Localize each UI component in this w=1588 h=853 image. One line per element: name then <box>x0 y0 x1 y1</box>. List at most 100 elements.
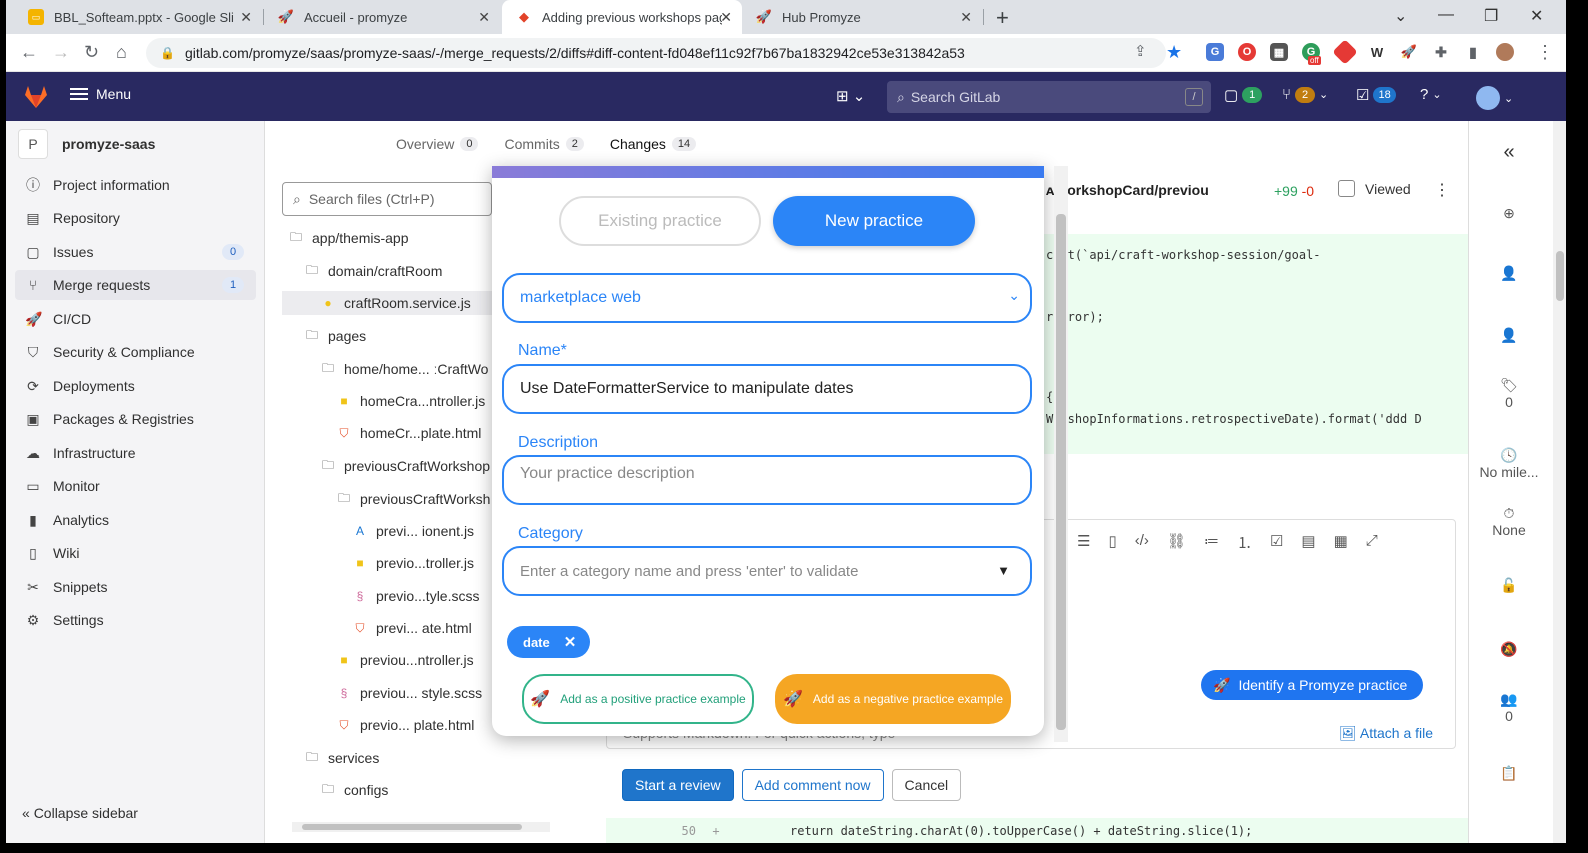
tree-row[interactable]: ■ previou...ntroller.js <box>336 648 473 672</box>
practice-name-input[interactable]: Use DateFormatterService to manipulate d… <box>502 364 1032 414</box>
quote-icon[interactable]: ☰ <box>1077 532 1090 553</box>
browser-tab-slides[interactable]: ▭ BBL_Softeam.pptx - Google Slide ✕ <box>14 0 262 34</box>
tree-row[interactable]: ⛉ previo... plate.html <box>336 713 474 737</box>
file-icon[interactable]: ▯ <box>1108 532 1116 553</box>
kebab-menu-icon[interactable]: ⋮ <box>1434 180 1450 200</box>
add-negative-example-button[interactable]: 🚀 Add as a negative practice example <box>775 674 1011 724</box>
sidepanel-icon[interactable]: ▮ <box>1464 43 1482 61</box>
sidebar-item-analytics[interactable]: ▮ Analytics <box>15 505 256 535</box>
tree-row[interactable]: 🗀 home/home... ːCraftWo <box>320 357 488 381</box>
close-icon[interactable]: ✕ <box>564 633 577 651</box>
home-icon[interactable]: ⌂ <box>116 42 127 63</box>
restore-button[interactable]: ❐ <box>1484 6 1498 26</box>
tree-row[interactable]: 🗀 domain/craftRoom <box>304 259 442 283</box>
tab-changes[interactable]: Changes 14 <box>610 136 697 152</box>
code-icon[interactable]: ‹/› <box>1135 532 1149 553</box>
collapse-sidebar-button[interactable]: « Collapse sidebar <box>22 805 138 821</box>
tree-row[interactable]: ⛉ homeCr...plate.html <box>336 421 481 445</box>
close-icon[interactable]: ✕ <box>478 9 490 26</box>
tree-row[interactable]: ● craftRoom.service.js <box>282 291 494 315</box>
add-positive-example-button[interactable]: 🚀 Add as a positive practice example <box>522 674 754 724</box>
attach-file-link[interactable]: 🖼 Attach a file <box>1339 725 1433 742</box>
tree-row[interactable]: ■ previo...troller.js <box>352 551 474 575</box>
sidebar-item-settings[interactable]: ⚙ Settings <box>15 605 256 635</box>
modal-scrollbar[interactable] <box>1054 166 1068 742</box>
tree-row[interactable]: 🗀 configs <box>320 778 388 802</box>
tree-row[interactable]: 🗀 previousCraftWorkshop <box>320 454 490 478</box>
tab-search-icon[interactable]: ⌄ <box>1394 6 1407 26</box>
sidebar-item-issues[interactable]: ▢ Issues 0 <box>15 237 256 267</box>
category-input[interactable]: Enter a category name and press 'enter' … <box>502 546 1032 596</box>
new-practice-toggle[interactable]: New practice <box>773 196 975 246</box>
browser-tab-hub[interactable]: 🚀 Hub Promyze ✕ <box>742 0 982 34</box>
diamond-ext-icon[interactable] <box>1332 39 1358 65</box>
fullscreen-icon[interactable]: ⤢ <box>1366 532 1378 553</box>
search-input[interactable]: ⌕ Search GitLab / <box>887 81 1211 113</box>
url-field[interactable]: 🔒 gitlab.com/promyze/saas/promyze-saas/-… <box>146 38 1166 68</box>
profile-avatar[interactable] <box>1496 43 1514 61</box>
table-icon[interactable]: ▦ <box>1334 532 1348 553</box>
viewed-checkbox[interactable]: Viewed <box>1338 180 1411 197</box>
close-window-button[interactable]: ✕ <box>1530 6 1543 26</box>
sidebar-item-infrastructure[interactable]: ☁ Infrastructure <box>15 438 256 468</box>
copy-reference-icon[interactable]: 📋 <box>1469 765 1549 782</box>
collapse-right-sidebar-icon[interactable]: « <box>1469 141 1549 164</box>
menu-button[interactable]: Menu <box>70 86 131 102</box>
user-menu[interactable]: ⌄ <box>1476 86 1513 110</box>
link-icon[interactable]: ⛓ <box>1167 532 1186 553</box>
create-new-button[interactable]: ⊞ ⌄ <box>836 87 865 105</box>
tree-row[interactable]: Aprevi... ionent.js <box>352 519 474 543</box>
merge-requests-shortcut[interactable]: ⑂ 2 ⌄ <box>1282 86 1328 103</box>
milestone-widget[interactable]: 🕓 No mile... <box>1469 447 1549 480</box>
extensions-icon[interactable]: ✚ <box>1432 43 1450 61</box>
sidebar-item-deployments[interactable]: ⟳ Deployments <box>15 371 256 401</box>
translate-icon[interactable]: G <box>1206 43 1224 61</box>
minimize-button[interactable]: — <box>1438 6 1454 24</box>
practice-description-textarea[interactable]: Your practice description <box>502 455 1032 505</box>
file-search-input[interactable]: ⌕ Search files (Ctrl+P) <box>282 182 492 216</box>
assignee-icon[interactable]: 👤 <box>1469 265 1549 282</box>
project-header[interactable]: P promyze-saas <box>18 129 155 159</box>
tab-overview[interactable]: Overview 0 <box>396 136 479 152</box>
task-list-icon[interactable]: ☑ <box>1270 532 1283 553</box>
tree-row[interactable]: ■ homeCra...ntroller.js <box>336 389 485 413</box>
tree-row[interactable]: 🗀 pages <box>304 324 366 348</box>
opera-icon[interactable]: O <box>1238 43 1256 61</box>
numbered-list-icon[interactable]: ⒈ <box>1237 532 1252 553</box>
reviewer-icon[interactable]: 👤 <box>1469 327 1549 344</box>
share-icon[interactable]: ⇪ <box>1134 42 1147 60</box>
tab-commits[interactable]: Commits 2 <box>504 136 584 152</box>
tree-row[interactable]: § previo...tyle.scss <box>352 584 480 608</box>
browser-menu-icon[interactable]: ⋮ <box>1536 42 1554 63</box>
browser-tab-gitlab[interactable]: ◆ Adding previous workshops pag ✕ <box>502 0 742 34</box>
add-comment-button[interactable]: Add comment now <box>741 769 884 801</box>
reload-icon[interactable]: ↻ <box>84 42 99 63</box>
star-icon[interactable]: ★ <box>1166 42 1182 63</box>
rocket-ext-icon[interactable]: 🚀 <box>1400 43 1418 61</box>
todos-shortcut[interactable]: ☑ 18 <box>1356 86 1396 104</box>
identify-promyze-practice-button[interactable]: 🚀 Identify a Promyze practice <box>1201 670 1424 700</box>
sidebar-item-repository[interactable]: ▤ Repository <box>15 203 256 233</box>
participants-widget[interactable]: 👥 0 <box>1469 691 1549 724</box>
tree-row[interactable]: § previou... style.scss <box>336 681 483 705</box>
bullet-list-icon[interactable]: ≔ <box>1204 532 1219 553</box>
sidebar-item-merge-requests[interactable]: ⑂ Merge requests 1 <box>15 270 256 300</box>
start-review-button[interactable]: Start a review <box>622 769 734 801</box>
sidebar-item-cicd[interactable]: 🚀 CI/CD <box>15 304 256 334</box>
existing-practice-toggle[interactable]: Existing practice <box>559 196 761 246</box>
sidebar-item-project-information[interactable]: ⓘ Project information <box>15 170 256 200</box>
tree-row[interactable]: 🗀 previousCraftWorksh <box>336 487 490 511</box>
w-ext-icon[interactable]: W <box>1368 43 1386 61</box>
browser-tab-accueil[interactable]: 🚀 Accueil - promyze ✕ <box>264 0 500 34</box>
tree-row[interactable]: 🗀 services <box>304 746 379 770</box>
new-tab-button[interactable]: + <box>996 5 1009 31</box>
todo-add-icon[interactable]: ⊕ <box>1469 205 1549 222</box>
page-scrollbar[interactable] <box>1553 121 1566 843</box>
tree-row[interactable]: ⛉ previ... ate.html <box>352 616 471 640</box>
notifications-off-icon[interactable]: 🔕 <box>1469 641 1549 658</box>
help-menu[interactable]: ? ⌄ <box>1420 86 1442 103</box>
back-icon[interactable]: ← <box>20 42 38 63</box>
sidebar-item-snippets[interactable]: ✂ Snippets <box>15 572 256 602</box>
lock-icon[interactable]: 🔓 <box>1469 577 1549 594</box>
issues-shortcut[interactable]: ▢ 1 <box>1224 86 1263 104</box>
